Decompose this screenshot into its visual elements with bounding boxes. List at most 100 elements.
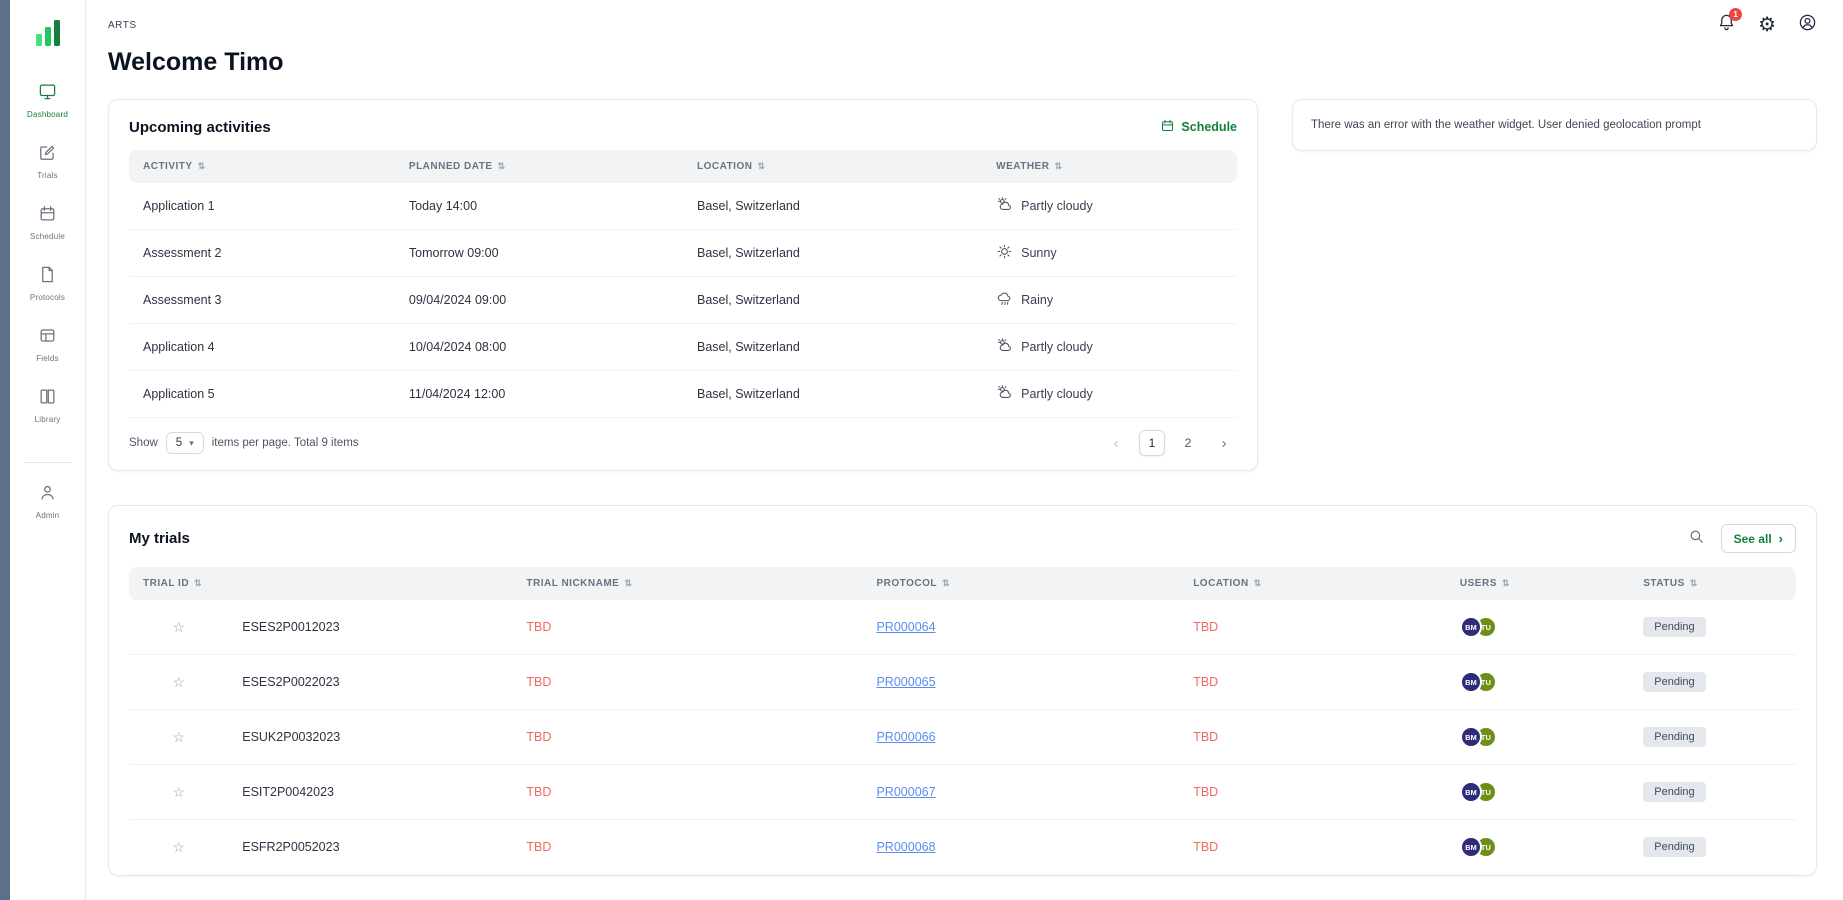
column-header-planned-date[interactable]: Planned date⇅ (395, 150, 683, 183)
upcoming-table: Activity⇅ Planned date⇅ Location⇅ Weathe… (129, 150, 1237, 418)
sidebar-item-dashboard[interactable]: Dashboard (27, 82, 68, 119)
location-cell: Basel, Switzerland (683, 371, 982, 418)
caret-down-icon: ▾ (189, 438, 194, 449)
column-header-trial-nickname[interactable]: Trial nickname⇅ (512, 567, 862, 600)
trial-row[interactable]: ☆ ESES2P0012023 TBD PR000064 TBD BMTU Pe… (129, 600, 1796, 655)
users-avatar-group[interactable]: BMTU (1460, 726, 1497, 748)
sort-icon: ⇅ (1502, 578, 1510, 588)
favorite-star-icon[interactable]: ☆ (172, 784, 185, 800)
trial-row[interactable]: ☆ ESES2P0022023 TBD PR000065 TBD BMTU Pe… (129, 655, 1796, 710)
next-page-button[interactable]: › (1211, 430, 1237, 456)
column-header-activity[interactable]: Activity⇅ (129, 150, 395, 183)
column-header-status[interactable]: Status⇅ (1629, 567, 1796, 600)
schedule-button-label: Schedule (1181, 120, 1237, 134)
protocol-link[interactable]: PR000065 (876, 675, 935, 689)
status-badge: Pending (1643, 672, 1705, 692)
activity-cell: Application 4 (129, 324, 395, 371)
sort-icon: ⇅ (498, 161, 506, 171)
search-button[interactable] (1688, 528, 1705, 550)
trial-nickname-cell: TBD (512, 655, 862, 710)
trial-row[interactable]: ☆ ESFR2P0052023 TBD PR000068 TBD BMTU Pe… (129, 820, 1796, 875)
protocol-link[interactable]: PR000068 (876, 840, 935, 854)
book-icon (38, 387, 57, 411)
per-page-select[interactable]: 5 ▾ (166, 432, 204, 454)
trial-row[interactable]: ☆ ESIT2P0042023 TBD PR000067 TBD BMTU Pe… (129, 765, 1796, 820)
trial-id-cell: ESFR2P0052023 (228, 820, 512, 875)
avatar: BM (1460, 616, 1482, 638)
prev-page-button[interactable]: ‹ (1103, 430, 1129, 456)
location-cell: Basel, Switzerland (683, 277, 982, 324)
users-avatar-group[interactable]: BMTU (1460, 616, 1497, 638)
weather-label: Rainy (1021, 293, 1053, 307)
sidebar-item-label: Library (35, 415, 61, 424)
status-badge: Pending (1643, 617, 1705, 637)
sidebar-item-label: Admin (36, 511, 60, 520)
favorite-star-icon[interactable]: ☆ (172, 619, 185, 635)
see-all-button[interactable]: See all › (1721, 524, 1796, 553)
status-badge: Pending (1643, 782, 1705, 802)
activity-row[interactable]: Application 1 Today 14:00 Basel, Switzer… (129, 183, 1237, 230)
settings-button[interactable]: ⚙ (1758, 15, 1776, 35)
activity-row[interactable]: Assessment 2 Tomorrow 09:00 Basel, Switz… (129, 230, 1237, 277)
sidebar-item-schedule[interactable]: Schedule (30, 204, 65, 241)
favorite-star-icon[interactable]: ☆ (172, 729, 185, 745)
protocol-link[interactable]: PR000066 (876, 730, 935, 744)
trial-id-cell: ESUK2P0032023 (228, 710, 512, 765)
users-avatar-group[interactable]: BMTU (1460, 671, 1497, 693)
users-avatar-group[interactable]: BMTU (1460, 836, 1497, 858)
sidebar-item-trials[interactable]: Trials (37, 143, 57, 180)
show-label: Show (129, 437, 158, 449)
notifications-button[interactable]: 1 (1717, 13, 1736, 37)
trial-location-cell: TBD (1179, 710, 1446, 765)
activity-cell: Application 1 (129, 183, 395, 230)
sidebar-item-library[interactable]: Library (35, 387, 61, 424)
edit-icon (38, 143, 57, 167)
date-cell: Today 14:00 (395, 183, 683, 230)
sort-icon: ⇅ (1254, 578, 1262, 588)
sort-icon: ⇅ (757, 161, 765, 171)
users-avatar-group[interactable]: BMTU (1460, 781, 1497, 803)
sort-icon: ⇅ (624, 578, 632, 588)
sidebar-item-protocols[interactable]: Protocols (30, 265, 65, 302)
search-icon (1688, 528, 1705, 550)
page-button-2[interactable]: 2 (1175, 430, 1201, 456)
page-button-1[interactable]: 1 (1139, 430, 1165, 456)
trial-id-cell: ESES2P0022023 (228, 655, 512, 710)
avatar: BM (1460, 836, 1482, 858)
favorite-star-icon[interactable]: ☆ (172, 674, 185, 690)
trial-nickname-cell: TBD (512, 600, 862, 655)
column-header-trial-id[interactable]: Trial ID⇅ (129, 567, 512, 600)
trial-location-cell: TBD (1179, 655, 1446, 710)
trial-nickname-cell: TBD (512, 710, 862, 765)
column-header-users[interactable]: Users⇅ (1446, 567, 1629, 600)
column-header-location[interactable]: Location⇅ (1179, 567, 1446, 600)
sidebar-divider (24, 462, 72, 463)
activity-row[interactable]: Assessment 3 09/04/2024 09:00 Basel, Swi… (129, 277, 1237, 324)
sidebar-item-fields[interactable]: Fields (36, 326, 59, 363)
column-header-protocol[interactable]: Protocol⇅ (862, 567, 1179, 600)
profile-button[interactable] (1798, 13, 1817, 37)
sidebar: Dashboard Trials Schedule Protocols Fiel… (10, 0, 86, 900)
topbar-icons: 1 ⚙ (1717, 13, 1817, 37)
calendar-icon (1160, 118, 1175, 136)
schedule-button[interactable]: Schedule (1160, 118, 1237, 136)
sidebar-item-admin[interactable]: Admin (36, 483, 60, 520)
trial-nickname-cell: TBD (512, 765, 862, 820)
favorite-star-icon[interactable]: ☆ (172, 839, 185, 855)
avatar: BM (1460, 781, 1482, 803)
weather-label: Partly cloudy (1021, 340, 1093, 354)
app-logo[interactable] (36, 16, 60, 46)
sort-icon: ⇅ (194, 578, 202, 588)
protocol-link[interactable]: PR000064 (876, 620, 935, 634)
column-header-weather[interactable]: Weather⇅ (982, 150, 1237, 183)
activity-row[interactable]: Application 4 10/04/2024 08:00 Basel, Sw… (129, 324, 1237, 371)
sort-icon: ⇅ (1054, 161, 1062, 171)
weather-label: Sunny (1021, 246, 1056, 260)
trial-row[interactable]: ☆ ESUK2P0032023 TBD PR000066 TBD BMTU Pe… (129, 710, 1796, 765)
column-header-location[interactable]: Location⇅ (683, 150, 982, 183)
protocol-link[interactable]: PR000067 (876, 785, 935, 799)
weather-widget-error-card: There was an error with the weather widg… (1292, 99, 1817, 151)
gear-icon: ⚙ (1758, 15, 1776, 35)
activity-row[interactable]: Application 5 11/04/2024 12:00 Basel, Sw… (129, 371, 1237, 418)
sort-icon: ⇅ (942, 578, 950, 588)
